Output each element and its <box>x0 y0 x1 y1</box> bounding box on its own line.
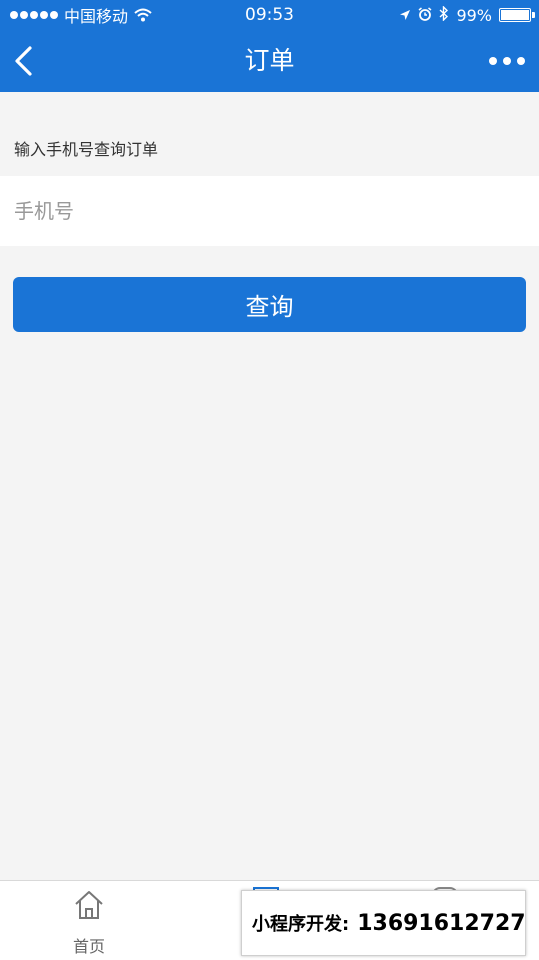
page-title: 订单 <box>244 46 295 75</box>
watermark: 小程序开发: 13691612727 <box>241 890 526 956</box>
bluetooth-icon <box>439 4 449 25</box>
watermark-phone: 13691612727 <box>357 910 526 936</box>
nav-bar: 订单 <box>0 30 539 92</box>
phone-row <box>0 176 539 246</box>
alarm-clock-icon <box>418 6 432 25</box>
tab-home-label: 首页 <box>72 937 105 956</box>
top-bar: 中国移动 09:53 99% 订单 <box>0 0 539 92</box>
location-arrow-icon <box>399 6 411 25</box>
phone-input[interactable] <box>14 176 514 246</box>
more-button[interactable] <box>489 52 525 70</box>
status-bar: 中国移动 09:53 99% <box>0 0 539 30</box>
section-label: 输入手机号查询订单 <box>14 140 159 159</box>
battery-percent: 99% <box>456 5 492 25</box>
home-icon <box>73 889 105 921</box>
more-dots-icon <box>489 57 497 65</box>
battery-icon <box>499 8 535 22</box>
watermark-label: 小程序开发: <box>252 914 350 935</box>
search-button[interactable]: 查询 <box>13 277 526 332</box>
tab-home[interactable]: 首页 <box>54 887 124 956</box>
status-right: 99% <box>399 4 535 26</box>
